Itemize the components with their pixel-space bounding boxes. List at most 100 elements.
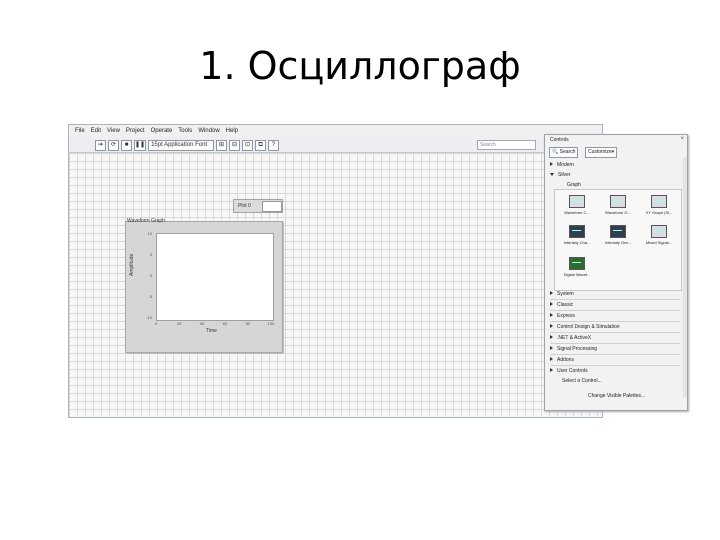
menu-help[interactable]: Help bbox=[226, 128, 238, 134]
item-label: Digital Wavef... bbox=[563, 272, 591, 277]
mixed-signal-item[interactable]: Mixed Signal... bbox=[640, 225, 678, 245]
category-label: .NET & ActiveX bbox=[557, 335, 592, 341]
palette-category-modern[interactable]: Modern bbox=[550, 162, 574, 168]
palette-category-silver[interactable]: Silver bbox=[550, 172, 571, 178]
search-input[interactable]: Search bbox=[477, 140, 536, 150]
divider bbox=[550, 354, 680, 355]
palette-category-addons[interactable]: Addons bbox=[550, 357, 574, 363]
category-label: Modern bbox=[557, 162, 574, 168]
palette-search-label: Search bbox=[559, 149, 576, 155]
palette-category-classic[interactable]: Classic bbox=[550, 302, 573, 308]
category-label: User Controls bbox=[557, 368, 588, 374]
plot-legend[interactable]: Plot 0 bbox=[233, 199, 283, 213]
category-label: Silver bbox=[558, 172, 571, 178]
xy-graph-item[interactable]: XY Graph (Si... bbox=[640, 195, 678, 215]
help-icon[interactable]: ? bbox=[268, 139, 280, 151]
palette-search-button[interactable]: 🔍 Search bbox=[549, 147, 579, 158]
intensity-graph-icon bbox=[610, 225, 626, 238]
font-select[interactable]: 15pt Application Font bbox=[148, 139, 215, 151]
item-label: Mixed Signal... bbox=[645, 240, 673, 245]
abort-icon[interactable]: ■ bbox=[121, 139, 132, 151]
expand-arrow-icon bbox=[550, 162, 553, 166]
x-tick-label: 20 bbox=[176, 321, 182, 326]
x-tick-label: 0 bbox=[154, 321, 158, 326]
run-arrow-icon[interactable]: ➔ bbox=[95, 139, 106, 151]
menu-window[interactable]: Window bbox=[198, 128, 219, 134]
waveform-graph-item[interactable]: Waveform G... bbox=[599, 195, 637, 215]
category-label: System bbox=[557, 291, 574, 297]
menu-view[interactable]: View bbox=[107, 128, 120, 134]
divider bbox=[550, 365, 680, 366]
digital-waveform-item[interactable]: Digital Wavef... bbox=[558, 257, 596, 277]
x-axis-label: Time bbox=[206, 328, 217, 334]
waveform-graph[interactable]: Waveform Graph Amplitude 10 5 0 -5 -10 0… bbox=[125, 218, 283, 353]
slide-title: 1. Осциллограф bbox=[199, 44, 521, 88]
divider bbox=[550, 321, 680, 322]
item-label: Waveform G... bbox=[605, 210, 631, 215]
y-tick-label: -10 bbox=[146, 315, 152, 320]
palette-scrollbar[interactable] bbox=[683, 157, 687, 397]
category-label: Addons bbox=[557, 357, 574, 363]
expand-arrow-icon bbox=[550, 368, 553, 372]
waveform-chart-item[interactable]: Waveform C... bbox=[558, 195, 596, 215]
align-objects-icon[interactable]: ⊞ bbox=[216, 139, 228, 151]
graph-title: Waveform Graph bbox=[127, 218, 165, 224]
menu-operate[interactable]: Operate bbox=[151, 128, 173, 134]
expand-arrow-icon bbox=[550, 346, 553, 350]
menu-edit[interactable]: Edit bbox=[91, 128, 101, 134]
divider bbox=[550, 310, 680, 311]
run-continuously-icon[interactable]: ⟳ bbox=[108, 139, 119, 151]
expand-arrow-icon bbox=[550, 291, 553, 295]
palette-category-control-design[interactable]: Control Design & Simulation bbox=[550, 324, 620, 330]
plot-area[interactable] bbox=[156, 233, 274, 321]
search-icon: 🔍 bbox=[552, 149, 559, 155]
intensity-graph-item[interactable]: Intensity Gra... bbox=[599, 225, 637, 245]
y-tick-label: 10 bbox=[147, 231, 152, 236]
select-control-item[interactable]: Select a Control... bbox=[562, 378, 602, 384]
pause-icon[interactable]: ❚❚ bbox=[134, 139, 147, 151]
toolbar: ➔ ⟳ ■ ❚❚ 15pt Application Font ⊞ ⊟ ⊡ ⧉ ?… bbox=[69, 138, 602, 153]
menu-bar: File Edit View Project Operate Tools Win… bbox=[69, 125, 602, 137]
palette-category-dotnet-activex[interactable]: .NET & ActiveX bbox=[550, 335, 591, 341]
palette-category-system[interactable]: System bbox=[550, 291, 574, 297]
expand-arrow-icon bbox=[550, 335, 553, 339]
expand-arrow-icon bbox=[550, 357, 553, 361]
x-tick-label: 40 bbox=[199, 321, 205, 326]
palette-subcategory-graph[interactable]: Graph bbox=[567, 182, 581, 188]
y-tick-label: 0 bbox=[149, 273, 152, 278]
item-label: Waveform C... bbox=[564, 210, 590, 215]
x-tick-label: 100 bbox=[267, 321, 275, 326]
plot-line-swatch-icon bbox=[262, 201, 282, 212]
front-panel-canvas[interactable]: Waveform Graph Amplitude 10 5 0 -5 -10 0… bbox=[69, 153, 602, 417]
palette-customize-button[interactable]: Customize▾ bbox=[585, 147, 618, 158]
palette-category-signal-processing[interactable]: Signal Processing bbox=[550, 346, 597, 352]
palette-category-express[interactable]: Express bbox=[550, 313, 575, 319]
expand-arrow-icon bbox=[550, 302, 553, 306]
resize-objects-icon[interactable]: ⊡ bbox=[242, 139, 254, 151]
reorder-icon[interactable]: ⧉ bbox=[255, 139, 267, 151]
item-label: Intensity Gra... bbox=[604, 240, 631, 245]
divider bbox=[550, 299, 680, 300]
y-tick-label: 5 bbox=[149, 252, 152, 257]
distribute-objects-icon[interactable]: ⊟ bbox=[229, 139, 241, 151]
menu-file[interactable]: File bbox=[75, 128, 85, 134]
close-icon[interactable]: × bbox=[680, 136, 684, 142]
change-visible-palettes-button[interactable]: Change Visible Palettes... bbox=[588, 393, 645, 399]
waveform-graph-icon bbox=[610, 195, 626, 208]
category-label: Classic bbox=[557, 302, 574, 308]
plot-legend-label: Plot 0 bbox=[238, 203, 251, 209]
menu-tools[interactable]: Tools bbox=[178, 128, 192, 134]
digital-waveform-icon bbox=[569, 257, 585, 270]
y-tick-label: -5 bbox=[148, 294, 152, 299]
item-label: XY Graph (Si... bbox=[645, 210, 673, 215]
divider bbox=[550, 343, 680, 344]
palette-category-user-controls[interactable]: User Controls bbox=[550, 368, 588, 374]
category-label: Control Design & Simulation bbox=[557, 324, 620, 330]
labview-front-panel-window: File Edit View Project Operate Tools Win… bbox=[68, 124, 603, 418]
intensity-chart-item[interactable]: Intensity Cha... bbox=[558, 225, 596, 245]
menu-project[interactable]: Project bbox=[126, 128, 145, 134]
controls-palette: Controls × 🔍 Search Customize▾ Modern Si… bbox=[544, 134, 688, 411]
waveform-chart-icon bbox=[569, 195, 585, 208]
xy-graph-icon bbox=[651, 195, 667, 208]
palette-title: Controls bbox=[550, 137, 569, 143]
